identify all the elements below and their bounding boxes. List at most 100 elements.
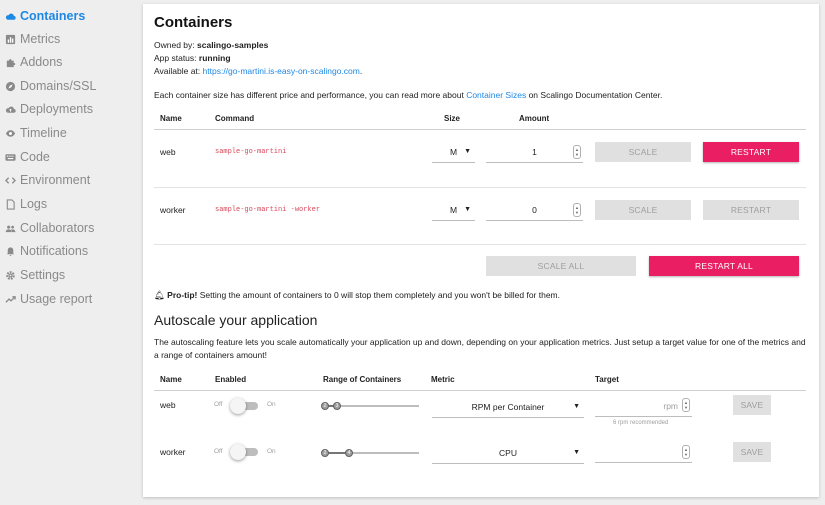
puzzle-icon bbox=[4, 56, 16, 68]
owner-line: Owned by: scalingo-samples bbox=[154, 40, 269, 50]
dropdown-arrow-icon: ▼ bbox=[464, 206, 471, 213]
owner-name: scalingo-samples bbox=[197, 40, 269, 50]
sidebar-item-containers[interactable]: Containers bbox=[4, 6, 85, 26]
sidebar-item-notifications[interactable]: Notifications bbox=[4, 241, 88, 261]
sidebar-item-label: Code bbox=[20, 150, 50, 164]
amount-input[interactable]: 0 bbox=[486, 199, 583, 221]
autoscale-title: Autoscale your application bbox=[154, 312, 318, 328]
sidebar-item-label: Usage report bbox=[20, 292, 93, 306]
col-header-metric: Metric bbox=[431, 375, 455, 384]
toggle-on-label: On bbox=[267, 448, 276, 455]
size-select[interactable]: M ▼ bbox=[432, 141, 475, 163]
app-status: running bbox=[198, 53, 231, 63]
divider bbox=[154, 187, 806, 188]
amount-input[interactable]: 1 bbox=[486, 141, 583, 163]
sidebar-item-label: Metrics bbox=[20, 32, 61, 46]
url-line: Available at: https://go-martini.is-easy… bbox=[154, 66, 363, 76]
divider bbox=[154, 129, 806, 130]
dropdown-arrow-icon: ▼ bbox=[573, 403, 580, 410]
page-title: Containers bbox=[154, 14, 233, 31]
metric-select[interactable]: RPM per Container ▼ bbox=[432, 396, 584, 418]
amount-stepper[interactable]: ▲ ▼ bbox=[573, 145, 581, 159]
size-select[interactable]: M ▼ bbox=[432, 199, 475, 221]
col-header-name: Name bbox=[160, 375, 182, 384]
sidebar-item-label: Domains/SSL bbox=[20, 79, 97, 93]
target-hint: 6 rpm recommended bbox=[613, 420, 669, 426]
code-icon bbox=[4, 174, 16, 186]
scale-all-button[interactable]: SCALE ALL bbox=[486, 256, 636, 276]
target-input[interactable]: rpm bbox=[595, 395, 692, 417]
save-button[interactable]: SAVE bbox=[733, 442, 771, 462]
restart-all-button[interactable]: RESTART ALL bbox=[649, 256, 799, 276]
container-command: sample-go-martini -worker bbox=[215, 206, 321, 214]
sidebar-item-usage-report[interactable]: Usage report bbox=[4, 289, 92, 309]
bell-icon bbox=[4, 245, 16, 257]
sidebar: Containers Metrics Addons Domains/SSL De… bbox=[0, 0, 140, 505]
toggle-off-label: Off bbox=[214, 401, 223, 408]
col-header-command: Command bbox=[215, 114, 255, 123]
scale-button[interactable]: SCALE bbox=[595, 142, 691, 162]
sidebar-item-label: Timeline bbox=[20, 126, 67, 140]
bar-chart-icon bbox=[4, 33, 16, 45]
protip: 🔔︎ Pro-tip! Setting the amount of contai… bbox=[154, 290, 561, 300]
autoscale-description: The autoscaling feature lets you scale a… bbox=[154, 337, 806, 347]
container-size-info: Each container size has different price … bbox=[154, 90, 663, 100]
sidebar-item-label: Collaborators bbox=[20, 221, 95, 235]
sidebar-item-label: Containers bbox=[20, 9, 86, 23]
containers-card: Containers Owned by: scalingo-samples Ap… bbox=[143, 4, 819, 497]
container-command: sample-go-martini bbox=[215, 148, 287, 156]
sidebar-item-domains[interactable]: Domains/SSL bbox=[4, 76, 96, 96]
cloud-upload-icon bbox=[4, 103, 16, 115]
sidebar-item-label: Notifications bbox=[20, 244, 89, 258]
col-header-enabled: Enabled bbox=[215, 375, 247, 384]
range-slider-max-handle[interactable]: 3 bbox=[333, 402, 341, 410]
amount-stepper[interactable]: ▲ ▼ bbox=[573, 203, 581, 217]
col-header-target: Target bbox=[595, 375, 619, 384]
sidebar-item-metrics[interactable]: Metrics bbox=[4, 29, 60, 49]
cloud-icon bbox=[4, 10, 16, 22]
keyboard-icon bbox=[4, 151, 16, 163]
range-slider-max-handle[interactable]: 4 bbox=[345, 449, 353, 457]
sidebar-item-code[interactable]: Code bbox=[4, 147, 50, 167]
col-header-size: Size bbox=[444, 114, 461, 123]
sidebar-item-collaborators[interactable]: Collaborators bbox=[4, 218, 94, 238]
toggle-off-label: Off bbox=[214, 448, 223, 455]
container-name: web bbox=[160, 147, 176, 157]
restart-button[interactable]: RESTART bbox=[703, 142, 799, 162]
autoscale-name: web bbox=[160, 400, 176, 410]
sidebar-item-label: Deployments bbox=[20, 102, 93, 116]
col-header-amount: Amount bbox=[519, 114, 550, 123]
app-url-link[interactable]: https://go-martini.is-easy-on-scalingo.c… bbox=[203, 66, 360, 76]
sidebar-item-environment[interactable]: Environment bbox=[4, 170, 90, 190]
sidebar-item-deployments[interactable]: Deployments bbox=[4, 99, 93, 119]
autoscale-description-2: a range of containers amount! bbox=[154, 350, 267, 360]
sidebar-item-logs[interactable]: Logs bbox=[4, 194, 47, 214]
divider bbox=[154, 244, 806, 245]
container-sizes-link[interactable]: Container Sizes bbox=[466, 90, 526, 100]
sidebar-item-label: Environment bbox=[20, 173, 91, 187]
dropdown-arrow-icon: ▼ bbox=[573, 449, 580, 456]
divider bbox=[154, 390, 806, 391]
compass-icon bbox=[4, 80, 16, 92]
sidebar-item-addons[interactable]: Addons bbox=[4, 52, 62, 72]
scale-button[interactable]: SCALE bbox=[595, 200, 691, 220]
autoscale-toggle[interactable] bbox=[230, 444, 258, 460]
toggle-on-label: On bbox=[267, 401, 276, 408]
sidebar-item-settings[interactable]: Settings bbox=[4, 265, 65, 285]
target-stepper[interactable]: ▲ ▼ bbox=[682, 445, 690, 459]
range-slider-min-handle[interactable]: 2 bbox=[321, 449, 329, 457]
target-stepper[interactable]: ▲ ▼ bbox=[682, 398, 690, 412]
autoscale-name: worker bbox=[160, 447, 186, 457]
range-slider-min-handle[interactable]: 2 bbox=[321, 402, 329, 410]
sidebar-item-timeline[interactable]: Timeline bbox=[4, 123, 67, 143]
status-line: App status: running bbox=[154, 53, 231, 63]
autoscale-toggle[interactable] bbox=[230, 398, 258, 414]
file-icon bbox=[4, 198, 16, 210]
save-button[interactable]: SAVE bbox=[733, 395, 771, 415]
bell-icon: 🔔︎ bbox=[154, 290, 165, 300]
target-input[interactable] bbox=[595, 441, 692, 463]
metric-select[interactable]: CPU ▼ bbox=[432, 442, 584, 464]
restart-button[interactable]: RESTART bbox=[703, 200, 799, 220]
col-header-range: Range of Containers bbox=[323, 375, 402, 384]
sidebar-item-label: Logs bbox=[20, 197, 48, 211]
